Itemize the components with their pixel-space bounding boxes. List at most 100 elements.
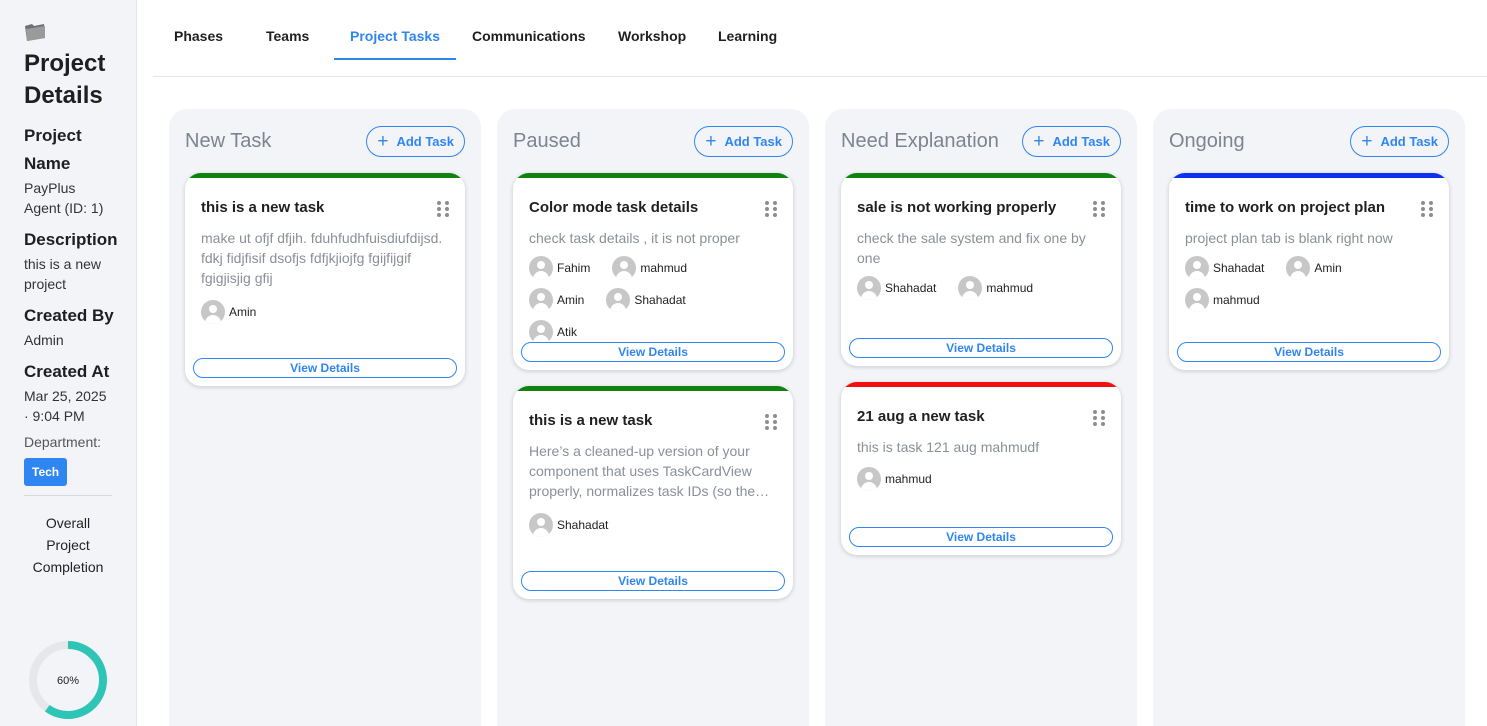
tab-learning[interactable]: Learning — [702, 0, 798, 60]
task-description: check task details , it is not proper — [529, 230, 740, 246]
avatar-icon — [529, 320, 553, 344]
department-label: Department: — [24, 434, 102, 450]
view-details-button[interactable]: View Details — [521, 571, 785, 591]
task-description-line3: properly, normalizes task IDs (so the… — [529, 483, 770, 499]
drag-handle-icon[interactable] — [765, 200, 777, 217]
completion-percent: 60% — [57, 675, 79, 687]
sidebar-divider — [24, 495, 112, 496]
assignee-list: mahmud — [857, 463, 1105, 495]
assignee-name: Amin — [229, 305, 257, 319]
created-by-label: Created By — [24, 306, 114, 325]
page-title: Project Details — [24, 48, 136, 112]
task-description-line3: fgigjisjig gfij — [201, 270, 273, 286]
task-description: this is task 121 aug mahmudf — [857, 439, 1040, 455]
task-card[interactable]: 21 aug a new task this is task 121 aug m… — [841, 382, 1121, 555]
avatar-icon — [1286, 256, 1311, 280]
task-description: project plan tab is blank right now — [1185, 230, 1393, 246]
department-badge: Tech — [24, 458, 68, 486]
assignee-list: Fahim mahmud Amin Shahadat Atik — [529, 252, 777, 348]
avatar-icon — [529, 513, 553, 537]
avatar-icon — [606, 288, 631, 312]
avatar-icon — [529, 256, 553, 280]
tab-phases[interactable]: Phases — [153, 0, 244, 60]
completion-donut: 60% — [29, 641, 107, 719]
plus-icon: + — [377, 130, 389, 152]
assignee-name: Atik — [557, 325, 578, 339]
column-title: Need Explanation — [841, 129, 999, 152]
assignee: Shahadat — [857, 272, 936, 304]
folder-icon — [25, 24, 45, 41]
add-task-label: Add Task — [396, 133, 454, 149]
assignee-name: Amin — [1314, 261, 1342, 275]
task-title: sale is not working properly — [857, 199, 1057, 216]
add-task-button[interactable]: + Add Task — [1022, 125, 1121, 157]
drag-handle-icon[interactable] — [1093, 200, 1105, 217]
tab-project-tasks[interactable]: Project Tasks — [334, 0, 456, 60]
add-task-label: Add Task — [724, 133, 782, 149]
view-details-button[interactable]: View Details — [1177, 342, 1441, 362]
view-details-button[interactable]: View Details — [849, 338, 1113, 358]
page-title-line1: Project — [24, 50, 106, 77]
avatar-icon — [857, 467, 881, 491]
created-at-line2: · 9:04 PM — [24, 408, 85, 424]
drag-handle-icon[interactable] — [765, 413, 777, 430]
completion-label-line1: Overall — [45, 515, 91, 531]
description-line1: this is a new — [24, 256, 102, 272]
tab-communications[interactable]: Communications — [456, 0, 602, 60]
kanban-board: New Task + Add Task this is a new task ma… — [169, 109, 1465, 726]
drag-handle-icon[interactable] — [1093, 409, 1105, 426]
description-value: this is a new project — [24, 254, 136, 294]
assignee-name: mahmud — [1213, 293, 1260, 307]
avatar-icon — [612, 256, 637, 280]
tab-teams[interactable]: Teams — [244, 0, 334, 60]
created-at-line1: Mar 25, 2025 — [24, 388, 107, 404]
task-card[interactable]: Color mode task details check task detai… — [513, 173, 793, 370]
task-card[interactable]: sale is not working properly check the s… — [841, 173, 1121, 366]
assignee: Fahim — [529, 252, 590, 284]
assignee-name: mahmud — [885, 472, 932, 486]
column-ongoing: Ongoing + Add Task time to work on projec… — [1153, 109, 1465, 726]
task-description-line1: make ut ofjf dfjih. fduhfudhfuisdiufdijs… — [201, 230, 443, 246]
add-task-button[interactable]: + Add Task — [1350, 125, 1449, 157]
project-name-label-line1: Project — [24, 126, 82, 145]
view-details-button[interactable]: View Details — [849, 527, 1113, 547]
column-header: Ongoing + Add Task — [1153, 109, 1465, 173]
task-title: 21 aug a new task — [857, 408, 985, 425]
completion-label-line2: Project — [46, 537, 90, 553]
view-details-button[interactable]: View Details — [193, 358, 457, 378]
add-task-button[interactable]: + Add Task — [694, 125, 793, 157]
tab-workshop[interactable]: Workshop — [602, 0, 702, 60]
assignee: Amin — [529, 284, 584, 316]
column-header: New Task + Add Task — [169, 109, 481, 173]
column-header: Paused + Add Task — [497, 109, 809, 173]
column-title: Paused — [513, 129, 581, 152]
avatar-icon — [1185, 256, 1209, 280]
drag-handle-icon[interactable] — [1421, 200, 1433, 217]
assignee: Amin — [1286, 252, 1342, 284]
column-title: New Task — [185, 129, 272, 152]
avatar-icon — [1185, 288, 1209, 312]
avatar-icon — [958, 276, 983, 300]
description-line2: project — [24, 276, 67, 292]
assignee: Shahadat — [529, 509, 608, 541]
task-description: make ut ofjf dfjih. fduhfudhfuisdiufdijs… — [201, 228, 449, 288]
drag-handle-icon[interactable] — [437, 200, 449, 217]
task-card[interactable]: this is a new task make ut ofjf dfjih. f… — [185, 173, 465, 386]
avatar-icon — [201, 300, 225, 324]
task-description-line2: component that uses TaskCardView — [529, 463, 752, 479]
task-description-line2: fdkj fidjfisif dsofjs fdfjkjiojfg fgijfi… — [201, 250, 412, 266]
assignee: mahmud — [612, 252, 687, 284]
view-details-button[interactable]: View Details — [521, 342, 785, 362]
created-at-value: Mar 25, 2025 · 9:04 PM — [24, 386, 136, 426]
assignee-name: Fahim — [557, 261, 591, 275]
task-description: Here’s a cleaned-up version of your comp… — [529, 441, 777, 501]
add-task-button[interactable]: + Add Task — [366, 125, 465, 157]
assignee-name: mahmud — [986, 281, 1034, 295]
plus-icon: + — [1033, 130, 1045, 152]
page-title-line2: Details — [24, 82, 103, 109]
project-name-label-line2: Name — [24, 154, 71, 173]
assignee: mahmud — [857, 463, 932, 495]
task-card[interactable]: time to work on project plan project pla… — [1169, 173, 1449, 370]
column-paused: Paused + Add Task Color mode task details… — [497, 109, 809, 726]
task-card[interactable]: this is a new task Here’s a cleaned-up v… — [513, 386, 793, 599]
